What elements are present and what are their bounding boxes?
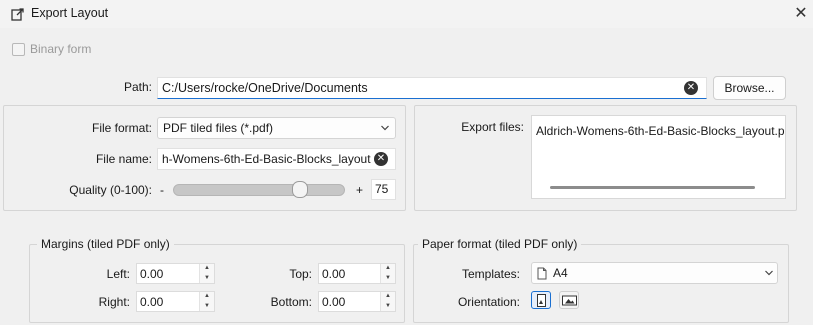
clear-file-name-icon[interactable]: ✕ — [374, 152, 388, 166]
quality-minus-label: - — [160, 183, 164, 197]
margin-left-spinbox[interactable]: 0.00 ▲ ▼ — [136, 263, 215, 284]
paper-format-title: Paper format (tiled PDF only) — [418, 237, 582, 251]
export-file-item[interactable]: Aldrich-Womens-6th-Ed-Basic-Blocks_layou… — [536, 124, 784, 138]
quality-value: 75 — [375, 182, 389, 196]
margin-top-label: Top: — [289, 267, 312, 281]
quality-plus-label: + — [356, 183, 364, 197]
margin-left-label: Left: — [106, 267, 130, 281]
file-format-label: File format: — [91, 121, 152, 135]
quality-input[interactable]: 75 — [371, 179, 396, 200]
close-icon[interactable]: ✕ — [790, 3, 812, 25]
page-icon — [537, 267, 547, 280]
margin-top-stepper[interactable]: ▲ ▼ — [380, 264, 395, 283]
file-name-label: File name: — [95, 152, 152, 166]
landscape-icon — [562, 295, 577, 306]
browse-button[interactable]: Browse... — [713, 76, 786, 100]
title-bar — [0, 0, 813, 28]
templates-label: Templates: — [461, 267, 520, 281]
horizontal-scrollbar[interactable] — [550, 186, 755, 189]
chevron-down-icon — [381, 125, 389, 131]
margin-right-label: Right: — [98, 295, 130, 309]
templates-value: A4 — [553, 266, 568, 280]
margin-top-spinbox[interactable]: 0.00 ▲ ▼ — [318, 263, 396, 284]
file-name-input[interactable]: h-Womens-6th-Ed-Basic-Blocks_layout — [157, 148, 396, 170]
file-format-select[interactable]: PDF tiled files (*.pdf) — [157, 117, 396, 139]
chevron-down-icon — [765, 270, 773, 276]
quality-slider[interactable] — [173, 184, 345, 196]
margin-right-stepper[interactable]: ▲ ▼ — [199, 292, 214, 311]
margin-top-value: 0.00 — [322, 267, 346, 281]
path-label: Path: — [123, 80, 152, 94]
portrait-icon — [537, 294, 546, 307]
orientation-label: Orientation: — [457, 295, 520, 309]
margin-right-spinbox[interactable]: 0.00 ▲ ▼ — [136, 291, 215, 312]
margin-bottom-stepper[interactable]: ▲ ▼ — [380, 292, 395, 311]
quality-label: Quality (0-100): — [69, 183, 152, 197]
export-files-label: Export files: — [461, 120, 524, 134]
margin-bottom-value: 0.00 — [322, 295, 346, 309]
margin-bottom-spinbox[interactable]: 0.00 ▲ ▼ — [318, 291, 396, 312]
window-title: Export Layout — [31, 6, 109, 20]
binary-form-checkbox[interactable] — [12, 43, 25, 56]
margins-title: Margins (tiled PDF only) — [37, 237, 174, 251]
binary-form-label: Binary form — [30, 42, 92, 56]
portrait-button[interactable] — [531, 291, 551, 309]
clear-path-icon[interactable]: ✕ — [684, 81, 698, 95]
landscape-button[interactable] — [559, 291, 579, 309]
margin-right-value: 0.00 — [140, 295, 164, 309]
file-format-value: PDF tiled files (*.pdf) — [163, 121, 274, 135]
templates-select[interactable]: A4 — [531, 262, 778, 284]
margin-left-value: 0.00 — [140, 267, 164, 281]
margin-left-stepper[interactable]: ▲ ▼ — [199, 264, 214, 283]
path-value: C:/Users/rocke/OneDrive/Documents — [162, 81, 368, 95]
file-name-value: h-Womens-6th-Ed-Basic-Blocks_layout — [162, 152, 371, 166]
quality-slider-handle[interactable] — [292, 181, 308, 198]
path-input[interactable]: C:/Users/rocke/OneDrive/Documents — [157, 77, 707, 99]
margin-bottom-label: Bottom: — [270, 295, 312, 309]
export-icon — [11, 8, 24, 21]
